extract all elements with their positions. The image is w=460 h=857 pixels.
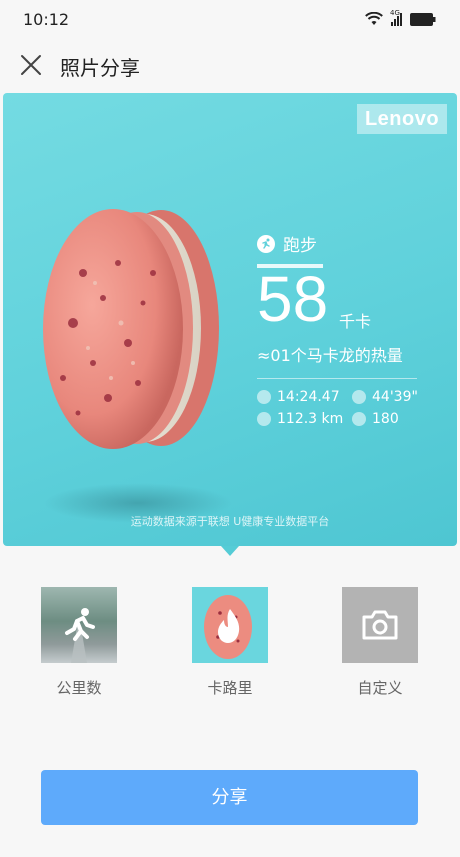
duration-value: 14:24.47 — [277, 389, 340, 405]
template-calories-label: 卡路里 — [207, 679, 253, 697]
template-distance-label: 公里数 — [56, 679, 102, 697]
template-distance[interactable]: 公里数 — [41, 587, 117, 698]
calorie-unit: 千卡 — [339, 312, 372, 331]
heart-icon — [352, 412, 366, 426]
battery-icon — [410, 12, 436, 26]
data-source-note: 运动数据来源于联想 U健康专业数据平台 — [130, 515, 330, 528]
stats-divider — [257, 378, 417, 379]
camera-icon — [362, 610, 398, 640]
pace-icon — [352, 390, 366, 404]
pace-value: 44'39" — [372, 389, 418, 405]
running-icon — [257, 234, 275, 253]
header: 照片分享 — [0, 40, 460, 90]
workout-stats: 跑步 58 千卡 ≈01个马卡龙的热量 14:24.47 44'39" 112.… — [257, 231, 437, 427]
share-button[interactable]: 分享 — [41, 770, 418, 825]
distance-icon — [257, 412, 271, 426]
activity-row: 跑步 — [257, 231, 437, 256]
close-icon — [21, 55, 41, 75]
clock-icon — [257, 390, 271, 404]
metric-duration: 14:24.47 — [257, 389, 352, 405]
template-custom[interactable]: 自定义 — [342, 587, 418, 698]
macaron-image — [43, 209, 219, 449]
close-button[interactable] — [14, 48, 48, 82]
template-selector: 公里数 卡路里 自定义 — [0, 587, 460, 697]
calorie-comparison: ≈01个马卡龙的热量 — [257, 346, 403, 365]
metrics-grid: 14:24.47 44'39" 112.3 km 180 — [257, 389, 437, 427]
metric-pace: 44'39" — [352, 389, 432, 405]
distance-value: 112.3 km — [277, 411, 344, 427]
flame-icon — [204, 595, 252, 659]
network-type: 4G — [390, 8, 400, 17]
template-custom-thumb — [342, 587, 418, 663]
status-bar: 10:12 4G — [0, 0, 460, 40]
page-title: 照片分享 — [60, 56, 140, 80]
calorie-value: 58 — [257, 263, 329, 335]
activity-label: 跑步 — [283, 236, 317, 256]
running-icon — [65, 608, 95, 663]
status-icons: 4G — [365, 9, 436, 26]
selected-template-pointer — [221, 546, 239, 556]
status-time: 10:12 — [23, 10, 70, 29]
wifi-icon — [365, 12, 383, 25]
metric-distance: 112.3 km — [257, 411, 352, 427]
share-preview-card: Lenovo 跑步 58 千卡 ≈01个马卡龙的热量 14:24.47 44'3… — [3, 93, 457, 546]
template-calories-thumb — [192, 587, 268, 663]
template-custom-label: 自定义 — [357, 679, 403, 697]
heart-rate-value: 180 — [372, 411, 399, 427]
calorie-row: 58 千卡 — [257, 264, 437, 338]
lenovo-logo: Lenovo — [357, 104, 447, 134]
template-calories[interactable]: 卡路里 — [192, 587, 268, 698]
metric-heart-rate: 180 — [352, 411, 432, 427]
template-distance-thumb — [41, 587, 117, 663]
signal-icon: 4G — [390, 9, 402, 26]
